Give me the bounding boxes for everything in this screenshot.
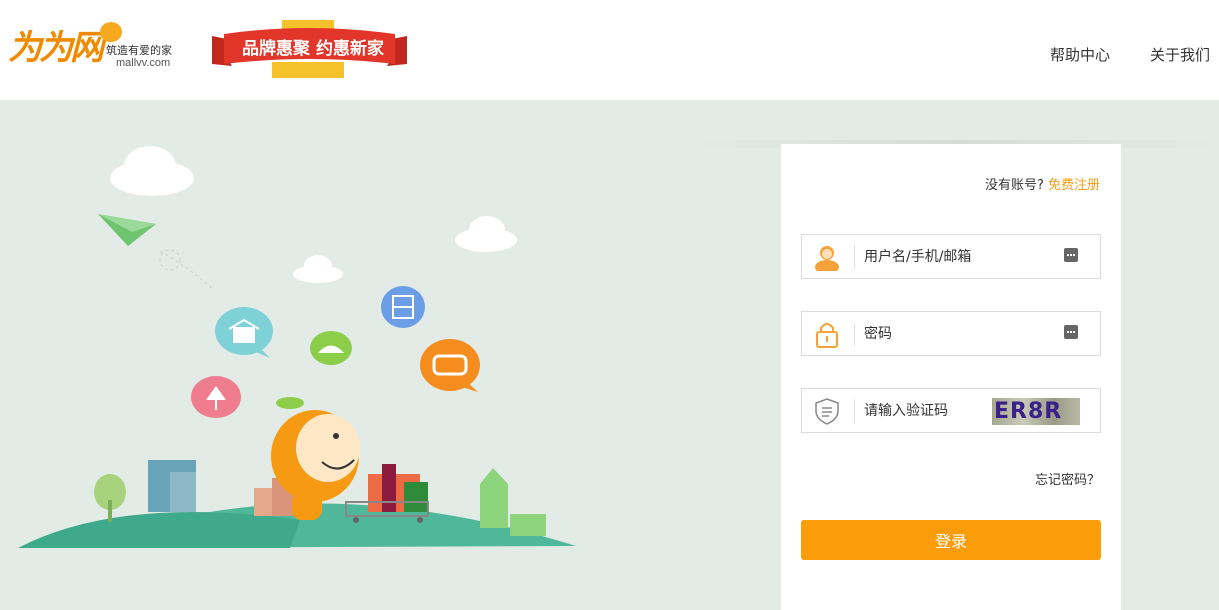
field-divider [854, 245, 855, 269]
banner-text: 品牌惠聚 约惠新家 [242, 39, 384, 59]
clothes-hanger-bubble-icon [215, 307, 273, 358]
register-prompt: 没有账号? [984, 178, 1044, 193]
forgot-password-link[interactable]: 忘记密码？ [1035, 469, 1100, 488]
nav-help-center[interactable]: 帮助中心 [1050, 44, 1110, 65]
login-button[interactable]: 登录 [801, 520, 1101, 560]
tree-icon [94, 474, 126, 522]
field-divider [854, 399, 855, 423]
hero-illustration [18, 146, 576, 548]
cabinet-bubble-icon [381, 286, 425, 328]
captcha-text: ER8R [994, 399, 1063, 424]
keyboard-icon[interactable] [1064, 248, 1078, 262]
logo-domain: mallvv.com [116, 57, 171, 69]
password-input[interactable] [864, 320, 1054, 348]
captcha-image[interactable]: ER8R [992, 398, 1080, 425]
logo-sun-icon [100, 22, 122, 42]
login-panel: 没有账号? 免费注册 用户名/手机/邮箱 请输入验证码 ER8R 忘记密码？ 登… [781, 144, 1121, 610]
building-icon [480, 468, 546, 536]
nav-about-us[interactable]: 关于我们 [1150, 44, 1210, 65]
cloud-icon [293, 255, 343, 283]
register-link[interactable]: 免费注册 [1048, 178, 1100, 193]
hill-left [18, 511, 300, 548]
captcha-input[interactable] [864, 397, 984, 425]
username-input[interactable] [864, 243, 1054, 271]
user-icon [815, 246, 839, 271]
password-field-box [801, 311, 1101, 356]
logo-mark: 为为网 [8, 28, 104, 68]
captcha-field-box: ER8R [801, 388, 1101, 433]
lamp-bubble-icon [191, 376, 241, 418]
paper-plane-icon [98, 214, 215, 291]
main-area: 没有账号? 免费注册 用户名/手机/邮箱 请输入验证码 ER8R 忘记密码？ 登… [0, 100, 1219, 610]
register-line: 没有账号? 免费注册 [985, 174, 1100, 193]
shield-icon [815, 398, 839, 425]
username-field-box [801, 234, 1101, 279]
keyboard-icon[interactable] [1064, 325, 1078, 339]
cloud-icon [455, 216, 517, 252]
sofa-bubble-icon [420, 339, 480, 392]
cloud-icon [110, 146, 194, 196]
site-header: 为为网 筑造有爱的家 mallvv.com 品牌惠聚 约惠新家 帮助中心 关于我… [0, 0, 1219, 100]
shoe-bubble-icon [310, 331, 352, 365]
top-nav: 帮助中心 关于我们 [1050, 44, 1210, 65]
lock-icon [816, 323, 838, 348]
logo-slogan: 筑造有爱的家 [106, 44, 172, 57]
field-divider [854, 322, 855, 346]
building-icon [148, 460, 196, 512]
promo-banner[interactable]: 品牌惠聚 约惠新家 [212, 18, 407, 80]
site-logo[interactable]: 为为网 筑造有爱的家 mallvv.com [8, 22, 198, 74]
